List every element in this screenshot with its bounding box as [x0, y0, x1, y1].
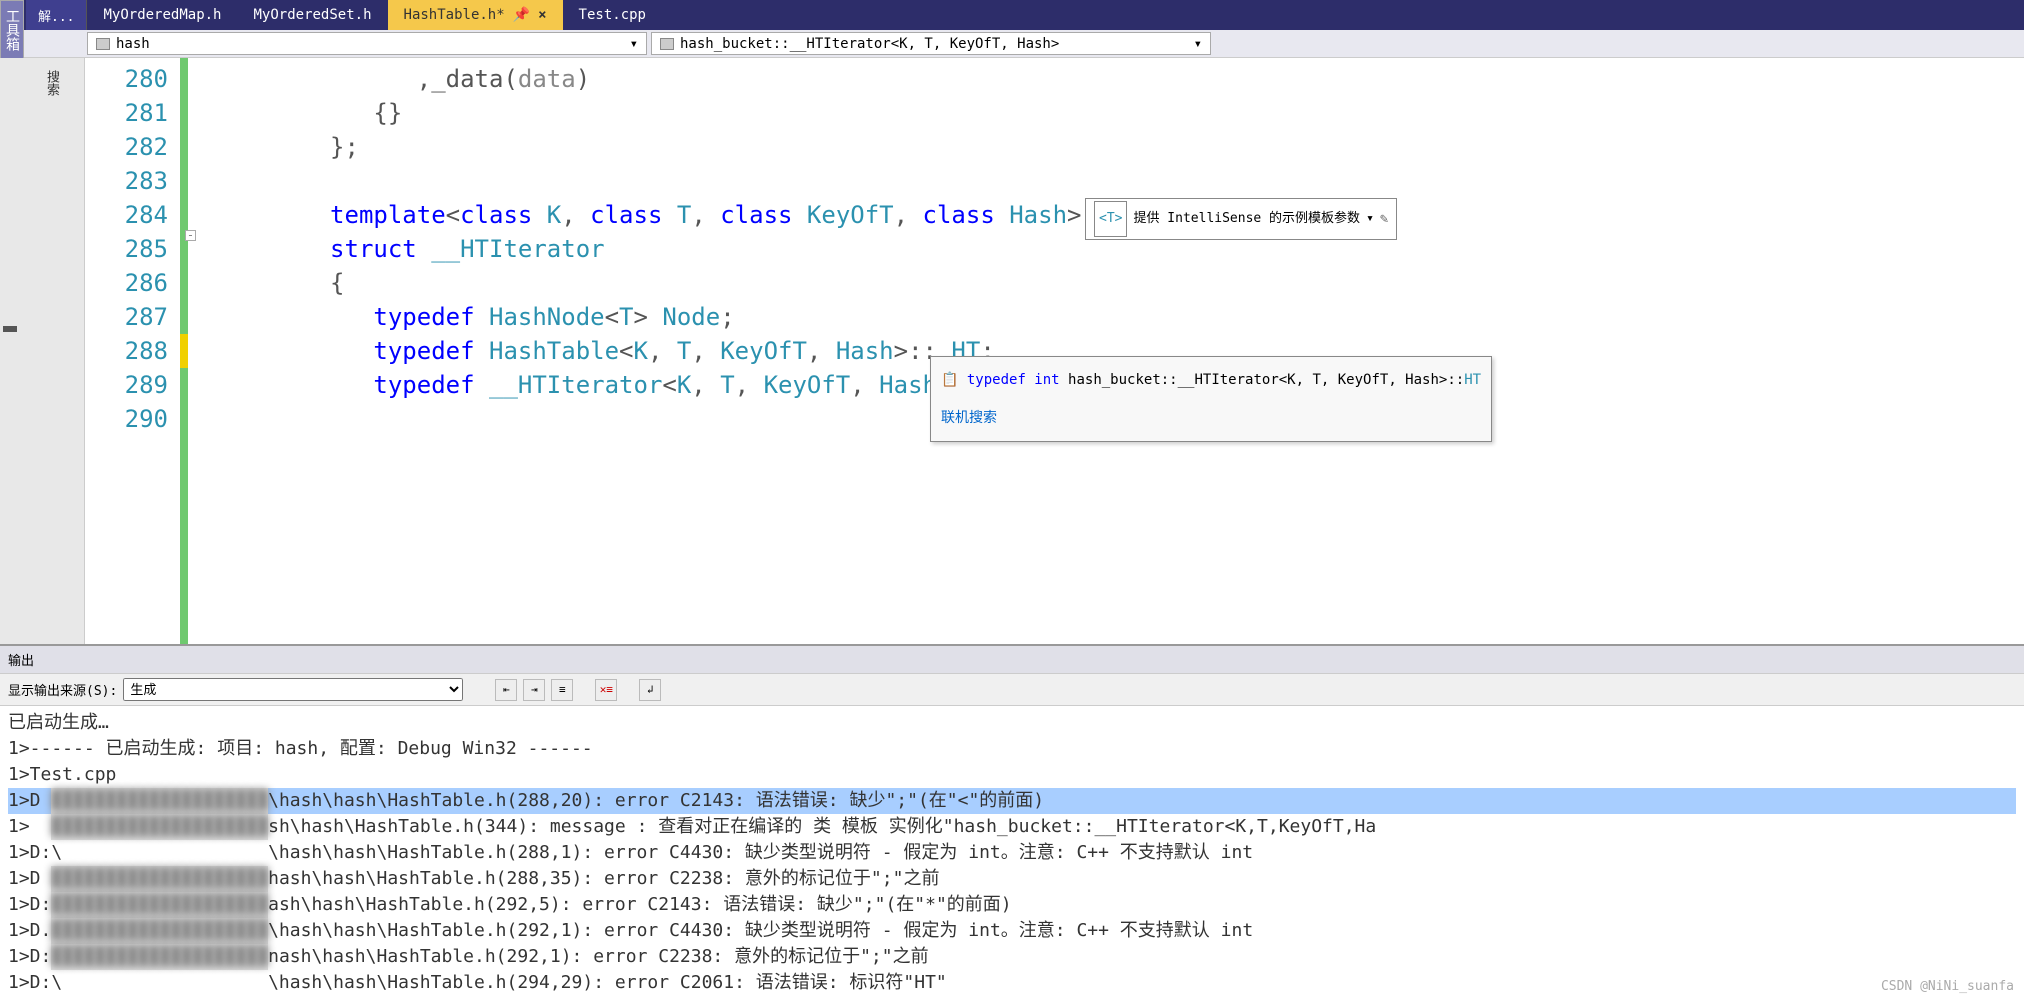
code-line[interactable]: {}: [200, 96, 2024, 130]
redacted-path: ████████████████████: [51, 892, 268, 918]
code-line[interactable]: typedef HashNode<T> Node;: [200, 300, 2024, 334]
quickinfo-tooltip: 📋 typedef int hash_bucket::__HTIterator<…: [930, 356, 1492, 442]
output-source-label: 显示输出来源(S):: [8, 680, 117, 699]
menu-button[interactable]: 解...: [26, 0, 87, 30]
line-number: 290: [85, 402, 168, 436]
left-sidebar: 搜索: [0, 58, 85, 644]
code-line[interactable]: [200, 164, 2024, 198]
output-toolbar: 显示输出来源(S): 生成 ⇤ ⇥ ≡ ✕≡ ↲: [0, 674, 2024, 706]
edit-icon[interactable]: ✎: [1380, 202, 1388, 236]
file-tab[interactable]: Test.cpp: [563, 0, 662, 30]
breakpoint-indicator[interactable]: [3, 326, 17, 332]
line-number: 287: [85, 300, 168, 334]
tooltip-suffix: HT: [1464, 372, 1481, 388]
code-line[interactable]: };: [200, 130, 2024, 164]
output-line[interactable]: 1>D ████████████████████hash\hash\HashTa…: [8, 866, 2016, 892]
clipboard-icon: 📋: [941, 372, 958, 388]
scope-icon: [96, 38, 110, 50]
line-number: 284: [85, 198, 168, 232]
code-text-area[interactable]: - <T> 提供 IntelliSense 的示例模板参数 ▾ ✎ 📋 type…: [200, 58, 2024, 644]
output-line[interactable]: 已启动生成…: [8, 710, 2016, 736]
change-gutter: [180, 58, 200, 644]
line-number: 280: [85, 62, 168, 96]
file-tab[interactable]: HashTable.h*📌×: [388, 0, 563, 30]
search-panel-tab[interactable]: 搜索: [38, 66, 65, 100]
toolbar-button-1[interactable]: ⇤: [495, 679, 517, 701]
redacted-path: ████████████████████: [51, 814, 268, 840]
redacted-path: ████████████████████: [51, 944, 268, 970]
toolbar-button-2[interactable]: ⇥: [523, 679, 545, 701]
chevron-down-icon[interactable]: ▾: [1366, 202, 1374, 236]
code-line[interactable]: {: [200, 266, 2024, 300]
redacted-path: ████████████████████: [51, 918, 268, 944]
member-dropdown[interactable]: hash_bucket::__HTIterator<K, T, KeyOfT, …: [651, 32, 1211, 55]
output-panel: 输出 显示输出来源(S): 生成 ⇤ ⇥ ≡ ✕≡ ↲ 已启动生成…1>----…: [0, 644, 2024, 1000]
member-label: hash_bucket::__HTIterator<K, T, KeyOfT, …: [680, 36, 1059, 52]
output-line[interactable]: 1>D:\ \hash\hash\HashTable.h(288,1): err…: [8, 840, 2016, 866]
intellisense-hint-text: 提供 IntelliSense 的示例模板参数: [1133, 202, 1360, 236]
line-number: 285: [85, 232, 168, 266]
file-tab[interactable]: MyOrderedSet.h: [238, 0, 388, 30]
code-line[interactable]: ,_data(data): [200, 62, 2024, 96]
output-line[interactable]: 1> ████████████████████sh\hash\HashTable…: [8, 814, 2016, 840]
line-number: 281: [85, 96, 168, 130]
tab-bar: 解... MyOrderedMap.hMyOrderedSet.hHashTab…: [0, 0, 2024, 30]
line-number: 282: [85, 130, 168, 164]
tooltip-search-link[interactable]: 联机搜索: [941, 401, 1481, 435]
line-number: 288: [85, 334, 168, 368]
toolbar-button-3[interactable]: ≡: [551, 679, 573, 701]
watermark: CSDN @NiNi_suanfa: [1881, 979, 2014, 994]
intellisense-template-hint[interactable]: <T> 提供 IntelliSense 的示例模板参数 ▾ ✎: [1085, 198, 1397, 240]
toolbar-wrap-button[interactable]: ↲: [639, 679, 661, 701]
pin-icon[interactable]: 📌: [513, 7, 530, 23]
line-number: 286: [85, 266, 168, 300]
close-icon[interactable]: ×: [538, 7, 546, 23]
output-line[interactable]: 1>------ 已启动生成: 项目: hash, 配置: Debug Win3…: [8, 736, 2016, 762]
collapse-icon[interactable]: -: [185, 230, 196, 241]
output-line[interactable]: 1>D.████████████████████\hash\hash\HashT…: [8, 918, 2016, 944]
scope-dropdown[interactable]: hash ▾: [87, 32, 647, 55]
chevron-down-icon: ▾: [620, 36, 638, 52]
file-tab[interactable]: MyOrderedMap.h: [87, 0, 237, 30]
modified-line-indicator: [180, 334, 188, 368]
output-text[interactable]: 已启动生成…1>------ 已启动生成: 项目: hash, 配置: Debu…: [0, 706, 2024, 1000]
chevron-down-icon: ▾: [1184, 36, 1202, 52]
output-line[interactable]: 1>D ████████████████████\hash\hash\HashT…: [8, 788, 2016, 814]
redacted-path: ████████████████████: [51, 788, 268, 814]
output-line[interactable]: 1>D:████████████████████ash\hash\HashTab…: [8, 892, 2016, 918]
scope-label: hash: [116, 36, 150, 52]
output-line[interactable]: 1>Test.cpp: [8, 762, 2016, 788]
member-icon: [660, 38, 674, 50]
navigation-bar: hash ▾ hash_bucket::__HTIterator<K, T, K…: [0, 30, 2024, 58]
editor-area: 搜索 280281282283284285286287288289290 - <…: [0, 58, 2024, 644]
output-line[interactable]: 1>D:████████████████████nash\hash\HashTa…: [8, 944, 2016, 970]
line-number-gutter: 280281282283284285286287288289290: [85, 58, 180, 644]
toolbar-clear-button[interactable]: ✕≡: [595, 679, 617, 701]
toolbox-sidebar[interactable]: 工具箱: [0, 0, 24, 60]
line-number: 283: [85, 164, 168, 198]
line-number: 289: [85, 368, 168, 402]
type-param-badge: <T>: [1094, 201, 1127, 237]
tooltip-main: hash_bucket::__HTIterator<K, T, KeyOfT, …: [1068, 372, 1464, 388]
code-editor[interactable]: 280281282283284285286287288289290 - <T> …: [85, 58, 2024, 644]
redacted-path: ████████████████████: [51, 866, 268, 892]
tooltip-prefix: typedef int: [967, 372, 1068, 388]
output-source-select[interactable]: 生成: [123, 678, 463, 701]
output-line[interactable]: 1>D:\ \hash\hash\HashTable.h(294,29): er…: [8, 970, 2016, 996]
output-panel-title: 输出: [0, 646, 2024, 674]
